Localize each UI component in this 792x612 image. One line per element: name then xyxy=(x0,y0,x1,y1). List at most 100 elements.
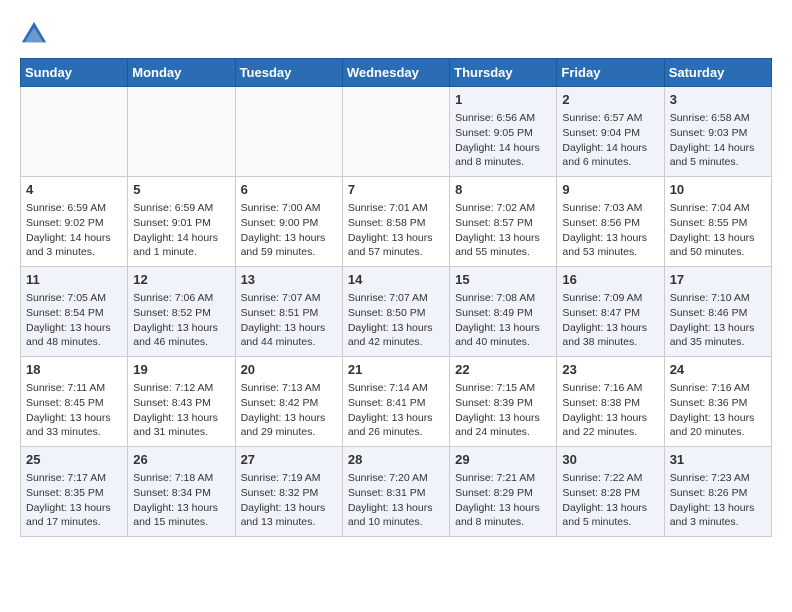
calendar-day-cell: 9 Sunrise: 7:03 AM Sunset: 8:56 PM Daylig… xyxy=(557,177,664,267)
calendar-day-cell xyxy=(128,87,235,177)
day-number: 19 xyxy=(133,361,229,379)
logo-icon xyxy=(20,20,48,48)
calendar-week-row: 18 Sunrise: 7:11 AM Sunset: 8:45 PM Dayli… xyxy=(21,357,772,447)
calendar-day-cell: 8 Sunrise: 7:02 AM Sunset: 8:57 PM Daylig… xyxy=(450,177,557,267)
day-info: Sunrise: 6:58 AM Sunset: 9:03 PM Dayligh… xyxy=(670,111,766,170)
day-number: 27 xyxy=(241,451,337,469)
day-info: Sunrise: 7:05 AM Sunset: 8:54 PM Dayligh… xyxy=(26,291,122,350)
day-info: Sunrise: 7:21 AM Sunset: 8:29 PM Dayligh… xyxy=(455,471,551,530)
day-number: 20 xyxy=(241,361,337,379)
day-info: Sunrise: 7:14 AM Sunset: 8:41 PM Dayligh… xyxy=(348,381,444,440)
day-number: 9 xyxy=(562,181,658,199)
day-number: 2 xyxy=(562,91,658,109)
calendar-week-row: 11 Sunrise: 7:05 AM Sunset: 8:54 PM Dayli… xyxy=(21,267,772,357)
day-info: Sunrise: 6:59 AM Sunset: 9:01 PM Dayligh… xyxy=(133,201,229,260)
day-info: Sunrise: 7:17 AM Sunset: 8:35 PM Dayligh… xyxy=(26,471,122,530)
calendar-day-cell xyxy=(342,87,449,177)
day-info: Sunrise: 6:56 AM Sunset: 9:05 PM Dayligh… xyxy=(455,111,551,170)
calendar-week-row: 4 Sunrise: 6:59 AM Sunset: 9:02 PM Daylig… xyxy=(21,177,772,267)
calendar-day-cell: 23 Sunrise: 7:16 AM Sunset: 8:38 PM Dayli… xyxy=(557,357,664,447)
day-number: 3 xyxy=(670,91,766,109)
calendar-week-row: 1 Sunrise: 6:56 AM Sunset: 9:05 PM Daylig… xyxy=(21,87,772,177)
weekday-header-tuesday: Tuesday xyxy=(235,59,342,87)
day-number: 11 xyxy=(26,271,122,289)
day-number: 17 xyxy=(670,271,766,289)
day-info: Sunrise: 7:15 AM Sunset: 8:39 PM Dayligh… xyxy=(455,381,551,440)
calendar-day-cell: 31Sunrise: 7:23 AM Sunset: 8:26 PM Dayli… xyxy=(664,447,771,537)
day-info: Sunrise: 7:07 AM Sunset: 8:50 PM Dayligh… xyxy=(348,291,444,350)
day-number: 26 xyxy=(133,451,229,469)
calendar-day-cell: 13 Sunrise: 7:07 AM Sunset: 8:51 PM Dayli… xyxy=(235,267,342,357)
day-info: Sunrise: 7:08 AM Sunset: 8:49 PM Dayligh… xyxy=(455,291,551,350)
weekday-header-wednesday: Wednesday xyxy=(342,59,449,87)
calendar-day-cell: 28 Sunrise: 7:20 AM Sunset: 8:31 PM Dayli… xyxy=(342,447,449,537)
day-number: 13 xyxy=(241,271,337,289)
day-number: 30 xyxy=(562,451,658,469)
logo xyxy=(20,20,52,48)
day-number: 4 xyxy=(26,181,122,199)
day-number: 1 xyxy=(455,91,551,109)
day-info: Sunrise: 7:02 AM Sunset: 8:57 PM Dayligh… xyxy=(455,201,551,260)
day-number: 14 xyxy=(348,271,444,289)
calendar-day-cell: 21Sunrise: 7:14 AM Sunset: 8:41 PM Dayli… xyxy=(342,357,449,447)
weekday-header-friday: Friday xyxy=(557,59,664,87)
day-number: 8 xyxy=(455,181,551,199)
calendar-day-cell: 19Sunrise: 7:12 AM Sunset: 8:43 PM Dayli… xyxy=(128,357,235,447)
day-number: 10 xyxy=(670,181,766,199)
day-info: Sunrise: 7:00 AM Sunset: 9:00 PM Dayligh… xyxy=(241,201,337,260)
day-info: Sunrise: 7:04 AM Sunset: 8:55 PM Dayligh… xyxy=(670,201,766,260)
calendar-day-cell xyxy=(21,87,128,177)
calendar-day-cell: 7Sunrise: 7:01 AM Sunset: 8:58 PM Daylig… xyxy=(342,177,449,267)
calendar-table: SundayMondayTuesdayWednesdayThursdayFrid… xyxy=(20,58,772,537)
day-info: Sunrise: 7:13 AM Sunset: 8:42 PM Dayligh… xyxy=(241,381,337,440)
weekday-header-saturday: Saturday xyxy=(664,59,771,87)
calendar-day-cell xyxy=(235,87,342,177)
calendar-day-cell: 2 Sunrise: 6:57 AM Sunset: 9:04 PM Daylig… xyxy=(557,87,664,177)
day-number: 24 xyxy=(670,361,766,379)
calendar-day-cell: 11 Sunrise: 7:05 AM Sunset: 8:54 PM Dayli… xyxy=(21,267,128,357)
day-info: Sunrise: 7:10 AM Sunset: 8:46 PM Dayligh… xyxy=(670,291,766,350)
calendar-day-cell: 4 Sunrise: 6:59 AM Sunset: 9:02 PM Daylig… xyxy=(21,177,128,267)
day-info: Sunrise: 7:07 AM Sunset: 8:51 PM Dayligh… xyxy=(241,291,337,350)
calendar-day-cell: 26Sunrise: 7:18 AM Sunset: 8:34 PM Dayli… xyxy=(128,447,235,537)
day-info: Sunrise: 7:22 AM Sunset: 8:28 PM Dayligh… xyxy=(562,471,658,530)
day-number: 5 xyxy=(133,181,229,199)
day-number: 22 xyxy=(455,361,551,379)
day-number: 25 xyxy=(26,451,122,469)
calendar-week-row: 25 Sunrise: 7:17 AM Sunset: 8:35 PM Dayli… xyxy=(21,447,772,537)
day-info: Sunrise: 6:59 AM Sunset: 9:02 PM Dayligh… xyxy=(26,201,122,260)
calendar-day-cell: 5 Sunrise: 6:59 AM Sunset: 9:01 PM Daylig… xyxy=(128,177,235,267)
calendar-day-cell: 27 Sunrise: 7:19 AM Sunset: 8:32 PM Dayli… xyxy=(235,447,342,537)
calendar-day-cell: 25 Sunrise: 7:17 AM Sunset: 8:35 PM Dayli… xyxy=(21,447,128,537)
weekday-header-thursday: Thursday xyxy=(450,59,557,87)
calendar-day-cell: 24 Sunrise: 7:16 AM Sunset: 8:36 PM Dayli… xyxy=(664,357,771,447)
day-info: Sunrise: 7:16 AM Sunset: 8:38 PM Dayligh… xyxy=(562,381,658,440)
calendar-day-cell: 17 Sunrise: 7:10 AM Sunset: 8:46 PM Dayli… xyxy=(664,267,771,357)
day-number: 6 xyxy=(241,181,337,199)
calendar-day-cell: 3 Sunrise: 6:58 AM Sunset: 9:03 PM Daylig… xyxy=(664,87,771,177)
calendar-day-cell: 6 Sunrise: 7:00 AM Sunset: 9:00 PM Daylig… xyxy=(235,177,342,267)
calendar-day-cell: 14 Sunrise: 7:07 AM Sunset: 8:50 PM Dayli… xyxy=(342,267,449,357)
day-number: 7 xyxy=(348,181,444,199)
day-number: 28 xyxy=(348,451,444,469)
calendar-day-cell: 12Sunrise: 7:06 AM Sunset: 8:52 PM Dayli… xyxy=(128,267,235,357)
day-info: Sunrise: 6:57 AM Sunset: 9:04 PM Dayligh… xyxy=(562,111,658,170)
day-info: Sunrise: 7:19 AM Sunset: 8:32 PM Dayligh… xyxy=(241,471,337,530)
day-number: 29 xyxy=(455,451,551,469)
day-info: Sunrise: 7:11 AM Sunset: 8:45 PM Dayligh… xyxy=(26,381,122,440)
day-info: Sunrise: 7:16 AM Sunset: 8:36 PM Dayligh… xyxy=(670,381,766,440)
calendar-day-cell: 10 Sunrise: 7:04 AM Sunset: 8:55 PM Dayli… xyxy=(664,177,771,267)
day-number: 23 xyxy=(562,361,658,379)
day-info: Sunrise: 7:03 AM Sunset: 8:56 PM Dayligh… xyxy=(562,201,658,260)
calendar-day-cell: 16 Sunrise: 7:09 AM Sunset: 8:47 PM Dayli… xyxy=(557,267,664,357)
day-number: 18 xyxy=(26,361,122,379)
day-info: Sunrise: 7:20 AM Sunset: 8:31 PM Dayligh… xyxy=(348,471,444,530)
calendar-day-cell: 29 Sunrise: 7:21 AM Sunset: 8:29 PM Dayli… xyxy=(450,447,557,537)
day-info: Sunrise: 7:09 AM Sunset: 8:47 PM Dayligh… xyxy=(562,291,658,350)
weekday-header-row: SundayMondayTuesdayWednesdayThursdayFrid… xyxy=(21,59,772,87)
calendar-day-cell: 18 Sunrise: 7:11 AM Sunset: 8:45 PM Dayli… xyxy=(21,357,128,447)
calendar-day-cell: 15Sunrise: 7:08 AM Sunset: 8:49 PM Dayli… xyxy=(450,267,557,357)
day-number: 16 xyxy=(562,271,658,289)
calendar-day-cell: 1 Sunrise: 6:56 AM Sunset: 9:05 PM Daylig… xyxy=(450,87,557,177)
day-info: Sunrise: 7:06 AM Sunset: 8:52 PM Dayligh… xyxy=(133,291,229,350)
